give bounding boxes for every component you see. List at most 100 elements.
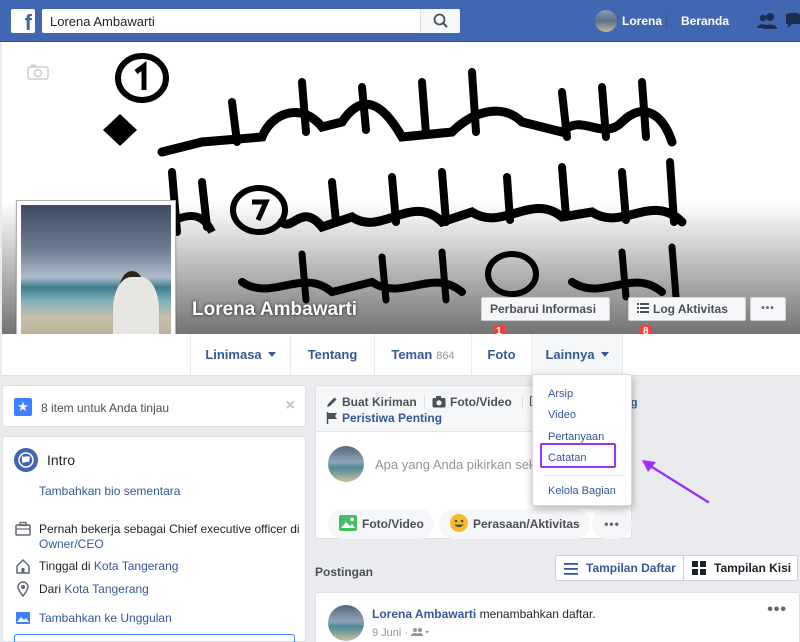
list-icon — [637, 303, 649, 313]
notes-highlight-box — [540, 443, 616, 468]
activity-log-button[interactable]: Log Aktivitas8 — [628, 297, 746, 339]
tab-timeline-label: Linimasa — [205, 347, 262, 362]
work-text: Pernah bekerja sebagai Chief executive o… — [39, 522, 300, 536]
menu-item-archive[interactable]: Arsip — [548, 388, 573, 400]
profile-tab-bar: Linimasa Tentang Teman 864 Foto Lainnya — [2, 334, 800, 376]
messages-icon[interactable] — [786, 12, 800, 30]
tab-friends[interactable]: Teman 864 — [374, 334, 471, 376]
grid-view-button[interactable]: Tampilan Kisi — [684, 555, 798, 581]
review-items-card[interactable]: ★ 8 item untuk Anda tinjau × — [2, 385, 306, 427]
life-event-label: Peristiwa Penting — [342, 411, 443, 425]
friends-count: 864 — [436, 350, 455, 362]
photo-video-tab[interactable]: Foto/Video — [432, 395, 512, 409]
list-view-button[interactable]: Tampilan Daftar — [555, 555, 684, 581]
user-profile-link[interactable]: Lorena — [622, 14, 662, 28]
from-link[interactable]: Kota Tangerang — [64, 582, 149, 596]
divider — [424, 395, 425, 409]
chevron-down-icon — [600, 352, 609, 357]
work-link[interactable]: Owner/CEO — [39, 537, 104, 551]
lives-text: Tinggal di Kota Tangerang — [39, 559, 178, 573]
facebook-logo[interactable]: f — [11, 9, 35, 33]
create-post-button[interactable]: Buat Kiriman — [326, 395, 417, 409]
profile-photo-image — [21, 205, 171, 355]
globe-icon — [14, 448, 38, 472]
tab-friends-label: Teman — [391, 347, 433, 362]
list-icon — [564, 563, 578, 575]
intro-title: Intro — [47, 452, 76, 468]
list-view-label: Tampilan Daftar — [586, 561, 676, 575]
friends-audience-icon[interactable] — [411, 627, 431, 637]
tab-photos-label: Foto — [487, 347, 516, 362]
grid-icon — [692, 561, 706, 575]
avatar — [328, 446, 364, 482]
more-dropdown-menu: Arsip Video Pertanyaan Catatan Kelola Ba… — [532, 374, 632, 506]
friend-requests-icon[interactable] — [756, 12, 778, 30]
avatar[interactable] — [328, 605, 364, 641]
post-header: Lorena Ambawarti menambahkan daftar. — [372, 607, 596, 621]
star-icon: ★ — [14, 398, 32, 416]
flag-icon — [326, 412, 337, 424]
feeling-activity-button[interactable]: Perasaan/Aktivitas — [439, 509, 590, 539]
activity-log-label: Log Aktivitas — [653, 302, 728, 316]
tab-more[interactable]: Lainnya — [531, 334, 623, 376]
camera-icon — [432, 396, 446, 408]
post-item: Lorena Ambawarti menambahkan daftar. 9 J… — [315, 592, 800, 642]
featured-input[interactable] — [14, 634, 295, 642]
user-avatar[interactable] — [595, 10, 617, 32]
composer-more-button[interactable]: ••• — [592, 509, 632, 539]
search-icon — [433, 13, 448, 28]
location-pin-icon — [17, 581, 29, 597]
menu-divider — [543, 475, 623, 476]
tab-photos[interactable]: Foto — [471, 334, 531, 376]
menu-item-questions[interactable]: Pertanyaan — [548, 431, 604, 443]
post-timestamp[interactable]: 9 Juni · — [372, 627, 431, 639]
close-icon[interactable]: × — [286, 397, 295, 415]
photo-video-label: Foto/Video — [450, 395, 512, 409]
composer-input[interactable]: Apa yang Anda pikirkan seka — [375, 457, 543, 472]
pencil-icon — [327, 397, 337, 407]
tab-timeline[interactable]: Linimasa — [190, 334, 290, 376]
menu-item-manage-sections[interactable]: Kelola Bagian — [548, 485, 616, 497]
add-bio-link[interactable]: Tambahkan bio sementara — [39, 484, 180, 498]
lives-link[interactable]: Kota Tangerang — [94, 559, 179, 573]
tab-about[interactable]: Tentang — [290, 334, 374, 376]
post-date-label: 9 Juni · — [372, 627, 409, 639]
life-event-tab[interactable]: Peristiwa Penting — [326, 411, 442, 425]
home-icon — [16, 558, 30, 574]
search-input[interactable] — [42, 9, 418, 33]
post-options-button[interactable]: ••• — [767, 601, 787, 619]
grid-view-label: Tampilan Kisi — [714, 561, 792, 575]
divider — [666, 14, 667, 28]
home-link[interactable]: Beranda — [681, 14, 729, 28]
feeling-activity-label: Perasaan/Aktivitas — [473, 517, 580, 531]
top-navigation-bar: f Lorena Beranda — [0, 0, 800, 42]
cover-more-button[interactable]: ••• — [750, 297, 786, 321]
briefcase-icon — [15, 521, 31, 536]
posts-section-title: Postingan — [315, 565, 374, 579]
tab-more-label: Lainnya — [545, 347, 595, 362]
tab-about-label: Tentang — [307, 347, 358, 362]
profile-name[interactable]: Lorena Ambawarti — [192, 299, 357, 321]
divider — [522, 395, 523, 409]
from-prefix: Dari — [39, 582, 65, 596]
post-author-link[interactable]: Lorena Ambawarti — [372, 607, 476, 621]
create-post-label: Buat Kiriman — [342, 395, 417, 409]
photo-video-button-label: Foto/Video — [362, 517, 424, 531]
review-items-text: 8 item untuk Anda tinjau — [41, 401, 170, 415]
annotation-arrow — [642, 460, 710, 504]
update-info-button[interactable]: Perbarui Informasi1 — [481, 297, 610, 339]
add-featured-link[interactable]: Tambahkan ke Unggulan — [39, 611, 172, 625]
post-action-text: menambahkan daftar. — [476, 607, 596, 621]
lives-prefix: Tinggal di — [39, 559, 94, 573]
camera-icon[interactable] — [27, 64, 49, 80]
photo-icon — [339, 515, 357, 531]
intro-card: Intro Tambahkan bio sementara Pernah bek… — [2, 436, 306, 642]
menu-item-video[interactable]: Video — [548, 409, 576, 421]
smiley-icon — [450, 514, 468, 532]
from-text: Dari Kota Tangerang — [39, 582, 149, 596]
update-info-label: Perbarui Informasi — [490, 302, 597, 316]
photo-icon — [16, 612, 30, 624]
search-button[interactable] — [420, 9, 460, 33]
search-box — [42, 9, 460, 33]
photo-video-button[interactable]: Foto/Video — [328, 509, 434, 539]
